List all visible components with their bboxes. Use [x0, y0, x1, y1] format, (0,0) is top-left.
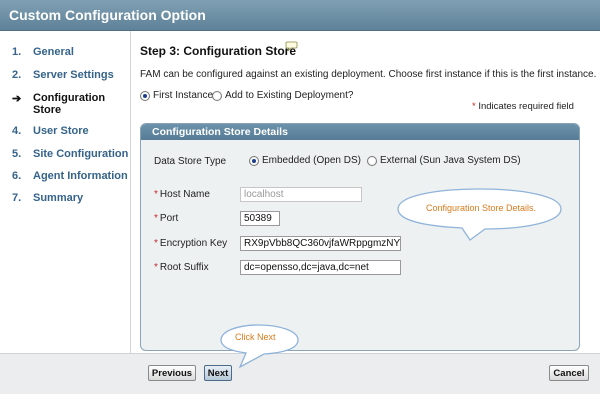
port-field[interactable]: 50389: [240, 211, 280, 226]
step-label: General: [33, 46, 74, 58]
step-description: FAM can be configured against an existin…: [140, 69, 597, 80]
required-star: *: [154, 238, 158, 249]
page-title: Step 3: Configuration Store: [140, 44, 296, 58]
previous-button[interactable]: Previous: [148, 365, 196, 381]
required-star: *: [472, 101, 476, 112]
cancel-button[interactable]: Cancel: [549, 365, 589, 381]
existing-deployment-option[interactable]: Add to Existing Deployment?: [212, 90, 353, 101]
embedded-label: Embedded (Open DS): [262, 155, 361, 166]
first-instance-option[interactable]: First Instance: [140, 90, 213, 101]
root-suffix-field[interactable]: dc=opensso,dc=java,dc=net: [240, 260, 401, 275]
title-bar: Custom Configuration Option: [0, 0, 600, 31]
store-details-callout-bubble: [397, 188, 562, 241]
host-name-field[interactable]: localhost: [240, 187, 362, 202]
current-step-arrow-icon: ➔: [12, 93, 22, 105]
required-star: *: [154, 262, 158, 273]
step-label: Summary: [33, 192, 84, 204]
encryption-key-field[interactable]: RX9pVbb8QC360vjfaWRppgmzNYfV: [240, 236, 401, 251]
nav-step-general[interactable]: 1. General: [12, 46, 115, 58]
required-note-text: Indicates required field: [478, 101, 574, 112]
data-store-type-label: Data Store Type: [154, 156, 227, 167]
nav-step-summary[interactable]: 7. Summary: [12, 192, 115, 204]
step-number: 1.: [12, 46, 22, 58]
first-instance-label: First Instance: [153, 90, 214, 101]
port-label-text: Port: [159, 213, 179, 224]
nav-step-server-settings[interactable]: 2. Server Settings: [12, 69, 115, 81]
embedded-radio[interactable]: [249, 155, 259, 166]
step-number: 7.: [12, 192, 22, 204]
required-star: *: [154, 213, 158, 224]
help-bubble-icon[interactable]: [285, 41, 298, 52]
nav-step-configuration-store[interactable]: ➔ Configuration Store: [12, 92, 115, 116]
step-label: Site Configuration: [33, 148, 129, 160]
step-label: Configuration Store: [33, 92, 106, 116]
existing-deployment-radio[interactable]: [212, 90, 222, 101]
step-label: Agent Information: [33, 170, 128, 182]
external-store-option[interactable]: External (Sun Java System DS): [367, 155, 521, 166]
embedded-store-option[interactable]: Embedded (Open DS): [249, 155, 361, 166]
nav-step-user-store[interactable]: 4. User Store: [12, 125, 115, 137]
step-number: 5.: [12, 148, 22, 160]
root-suffix-label-text: Root Suffix: [159, 262, 209, 273]
store-details-callout-text: Configuration Store Details.: [426, 203, 537, 213]
first-instance-radio[interactable]: [140, 90, 150, 101]
host-name-label: * Host Name: [154, 189, 210, 200]
step-label: Server Settings: [33, 69, 114, 81]
port-label: * Port: [154, 213, 178, 224]
wizard-steps-nav: 1. General 2. Server Settings ➔ Configur…: [0, 31, 131, 353]
click-next-callout-text: Click Next: [235, 332, 276, 342]
panel-title: Configuration Store Details: [141, 124, 579, 140]
external-label: External (Sun Java System DS): [380, 155, 521, 166]
encryption-key-label: * Encryption Key: [154, 238, 227, 249]
encryption-key-label-text: Encryption Key: [159, 238, 228, 249]
step-number: 4.: [12, 125, 22, 137]
host-name-label-text: Host Name: [159, 189, 210, 200]
step-label: User Store: [33, 125, 89, 137]
existing-deployment-label: Add to Existing Deployment?: [225, 90, 354, 101]
click-next-callout-bubble: [220, 324, 299, 369]
required-field-note: * Indicates required field: [472, 101, 574, 112]
nav-step-agent-information[interactable]: 6. Agent Information: [12, 170, 133, 182]
root-suffix-label: * Root Suffix: [154, 262, 209, 273]
required-star: *: [154, 189, 158, 200]
step-number: 2.: [12, 69, 22, 81]
step-number: 6.: [12, 170, 22, 182]
external-radio[interactable]: [367, 155, 377, 166]
nav-step-site-configuration[interactable]: 5. Site Configuration: [12, 148, 133, 160]
window-title: Custom Configuration Option: [9, 7, 206, 23]
